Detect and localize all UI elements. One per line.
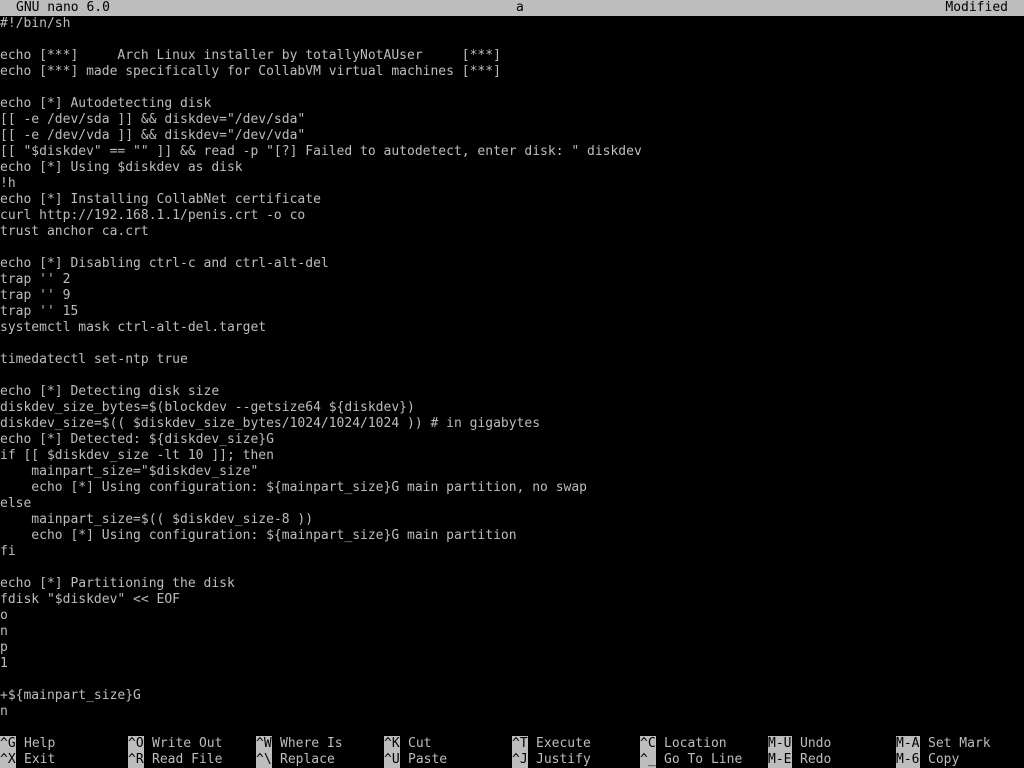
shortcut-key: M-6 (896, 752, 920, 768)
shortcut-key: ^J (512, 752, 528, 768)
editor-line[interactable]: n (0, 704, 1024, 720)
shortcut-label: Where Is (280, 736, 343, 751)
shortcut-label: Cut (408, 736, 432, 751)
editor-line[interactable]: echo [***] Arch Linux installer by total… (0, 48, 1024, 64)
editor-line[interactable]: p (0, 640, 1024, 656)
editor-line[interactable]: systemctl mask ctrl-alt-del.target (0, 320, 1024, 336)
editor-line[interactable]: curl http://192.168.1.1/penis.crt -o co (0, 208, 1024, 224)
editor-line[interactable]: echo [*] Using $diskdev as disk (0, 160, 1024, 176)
shortcut-key: ^W (256, 736, 272, 752)
editor-line[interactable]: trap '' 9 (0, 288, 1024, 304)
editor-line[interactable]: n (0, 624, 1024, 640)
shortcut-label: Read File (152, 752, 223, 767)
editor-line[interactable]: [[ "$diskdev" == "" ]] && read -p "[?] F… (0, 144, 1024, 160)
title-bar: GNU nano 6.0 a Modified (0, 0, 1024, 16)
shortcut-label: Exit (24, 752, 56, 767)
shortcut-cut[interactable]: ^K Cut (384, 736, 431, 752)
shortcut-label: Paste (408, 752, 448, 767)
editor-line[interactable] (0, 672, 1024, 688)
editor-line[interactable] (0, 336, 1024, 352)
shortcut-help-bar: ^G Help ^X Exit ^O Write Out ^R Read File ^W Wher… (0, 736, 1024, 768)
shortcut-label: Set Mark (928, 736, 991, 751)
editor-line[interactable]: timedatectl set-ntp true (0, 352, 1024, 368)
shortcut-key: M-A (896, 736, 920, 752)
shortcut-key: ^K (384, 736, 400, 752)
shortcut-label: Undo (800, 736, 832, 751)
shortcut-label: Location (664, 736, 727, 751)
editor-line[interactable]: if [[ $diskdev_size -lt 10 ]]; then (0, 448, 1024, 464)
shortcut-execute[interactable]: ^T Execute (512, 736, 591, 752)
shortcut-replace[interactable]: ^\ Replace (256, 752, 335, 768)
editor-line[interactable]: echo [*] Disabling ctrl-c and ctrl-alt-d… (0, 256, 1024, 272)
editor-line[interactable]: fdisk "$diskdev" << EOF (0, 592, 1024, 608)
editor-line[interactable] (0, 368, 1024, 384)
shortcut-justify[interactable]: ^J Justify (512, 752, 591, 768)
editor-line[interactable] (0, 32, 1024, 48)
shortcut-undo[interactable]: M-U Undo (768, 736, 831, 752)
editor-line[interactable]: diskdev_size_bytes=$(blockdev --getsize6… (0, 400, 1024, 416)
shortcut-go-to-line[interactable]: ^_ Go To Line (640, 752, 742, 768)
shortcut-key: M-E (768, 752, 792, 768)
editor-line[interactable]: echo [*] Detected: ${diskdev_size}G (0, 432, 1024, 448)
editor-line[interactable]: mainpart_size="$diskdev_size" (0, 464, 1024, 480)
editor-line[interactable]: 1 (0, 656, 1024, 672)
editor-line[interactable]: else (0, 496, 1024, 512)
shortcut-copy[interactable]: M-6 Copy (896, 752, 959, 768)
shortcut-redo[interactable]: M-E Redo (768, 752, 831, 768)
modified-status: Modified (945, 0, 1008, 15)
shortcut-key: ^T (512, 736, 528, 752)
shortcut-where-is[interactable]: ^W Where Is (256, 736, 343, 752)
editor-line[interactable]: echo [*] Detecting disk size (0, 384, 1024, 400)
shortcut-key: ^O (128, 736, 144, 752)
shortcut-label: Justify (536, 752, 591, 767)
shortcut-help[interactable]: ^G Help (0, 736, 55, 752)
shortcut-key: ^C (640, 736, 656, 752)
shortcut-exit[interactable]: ^X Exit (0, 752, 55, 768)
editor-line[interactable]: echo [*] Using configuration: ${mainpart… (0, 480, 1024, 496)
file-name: a (516, 0, 524, 15)
editor-line[interactable]: fi (0, 544, 1024, 560)
shortcut-label: Redo (800, 752, 832, 767)
shortcut-key: M-U (768, 736, 792, 752)
editor-line[interactable]: +${mainpart_size}G (0, 688, 1024, 704)
editor-line[interactable]: !h (0, 176, 1024, 192)
editor-line[interactable]: trap '' 2 (0, 272, 1024, 288)
text-editor-area[interactable]: #!/bin/sh echo [***] Arch Linux installer… (0, 16, 1024, 720)
editor-line[interactable]: [[ -e /dev/vda ]] && diskdev="/dev/vda" (0, 128, 1024, 144)
editor-line[interactable]: trap '' 15 (0, 304, 1024, 320)
editor-line[interactable]: echo [*] Installing CollabNet certificat… (0, 192, 1024, 208)
editor-line[interactable]: diskdev_size=$(( $diskdev_size_bytes/102… (0, 416, 1024, 432)
editor-line[interactable]: [[ -e /dev/sda ]] && diskdev="/dev/sda" (0, 112, 1024, 128)
shortcut-location[interactable]: ^C Location (640, 736, 727, 752)
editor-line[interactable]: echo [*] Autodetecting disk (0, 96, 1024, 112)
editor-line[interactable]: echo [***] made specifically for CollabV… (0, 64, 1024, 80)
app-version: GNU nano 6.0 (16, 0, 110, 15)
shortcut-key: ^\ (256, 752, 272, 768)
shortcut-set-mark[interactable]: M-A Set Mark (896, 736, 991, 752)
shortcut-key: ^_ (640, 752, 656, 768)
editor-line[interactable]: #!/bin/sh (0, 16, 1024, 32)
shortcut-label: Replace (280, 752, 335, 767)
editor-line[interactable]: echo [*] Using configuration: ${mainpart… (0, 528, 1024, 544)
editor-line[interactable] (0, 80, 1024, 96)
editor-line[interactable]: trust anchor ca.crt (0, 224, 1024, 240)
shortcut-key: ^X (0, 752, 16, 768)
editor-line[interactable] (0, 560, 1024, 576)
editor-line[interactable] (0, 240, 1024, 256)
shortcut-write-out[interactable]: ^O Write Out (128, 736, 222, 752)
shortcut-key: ^R (128, 752, 144, 768)
editor-line[interactable]: o (0, 608, 1024, 624)
editor-line[interactable]: mainpart_size=$(( $diskdev_size-8 )) (0, 512, 1024, 528)
editor-line[interactable]: echo [*] Partitioning the disk (0, 576, 1024, 592)
shortcut-read-file[interactable]: ^R Read File (128, 752, 222, 768)
shortcut-key: ^U (384, 752, 400, 768)
shortcut-label: Write Out (152, 736, 223, 751)
shortcut-paste[interactable]: ^U Paste (384, 752, 447, 768)
shortcut-key: ^G (0, 736, 16, 752)
shortcut-label: Copy (928, 752, 960, 767)
shortcut-label: Help (24, 736, 56, 751)
shortcut-label: Execute (536, 736, 591, 751)
shortcut-label: Go To Line (664, 752, 743, 767)
